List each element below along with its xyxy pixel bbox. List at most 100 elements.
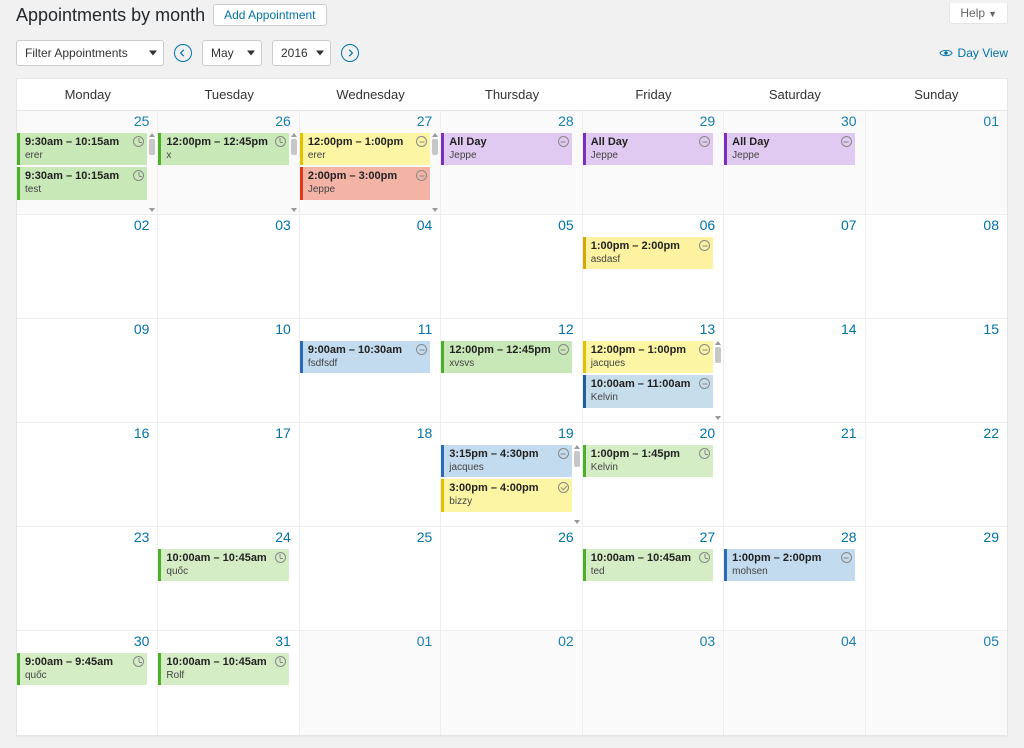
calendar-cell[interactable]: 26 (441, 527, 582, 631)
day-number[interactable]: 23 (134, 529, 150, 545)
appointment-event[interactable]: 1:00pm – 2:00pmmohsen (724, 549, 854, 581)
calendar-cell[interactable]: 08 (866, 215, 1007, 319)
scroll-thumb[interactable] (291, 139, 297, 155)
calendar-cell[interactable]: 281:00pm – 2:00pmmohsen (724, 527, 865, 631)
calendar-cell[interactable]: 07 (724, 215, 865, 319)
day-view-link[interactable]: Day View (939, 46, 1008, 60)
calendar-cell[interactable]: 09 (17, 319, 158, 423)
day-number[interactable]: 19 (558, 425, 574, 441)
calendar-cell[interactable]: 2712:00pm – 1:00pmerer2:00pm – 3:00pmJep… (300, 111, 441, 215)
day-number[interactable]: 26 (275, 113, 291, 129)
day-number[interactable]: 14 (841, 321, 857, 337)
calendar-cell[interactable]: 15 (866, 319, 1007, 423)
appointment-event[interactable]: 9:30am – 10:15amerer (17, 133, 147, 165)
day-number[interactable]: 31 (275, 633, 291, 649)
appointment-event[interactable]: 12:00pm – 12:45pmx (158, 133, 288, 165)
appointment-event[interactable]: All DayJeppe (583, 133, 713, 165)
year-select[interactable]: 2016 (272, 40, 331, 66)
day-number[interactable]: 25 (417, 529, 433, 545)
calendar-cell[interactable]: 02 (17, 215, 158, 319)
appointment-event[interactable]: 10:00am – 10:45amRolf (158, 653, 288, 685)
appointment-event[interactable]: 12:00pm – 1:00pmjacques (583, 341, 713, 373)
calendar-cell[interactable]: 1312:00pm – 1:00pmjacques10:00am – 11:00… (583, 319, 724, 423)
calendar-cell[interactable]: 31 10:00am – 10:45amRolf (158, 631, 299, 735)
calendar-cell[interactable]: 061:00pm – 2:00pmasdasf (583, 215, 724, 319)
calendar-cell[interactable]: 29 All DayJeppe (583, 111, 724, 215)
calendar-cell[interactable]: 29 (866, 527, 1007, 631)
calendar-cell[interactable]: 12 12:00pm – 12:45pmxvsvs (441, 319, 582, 423)
appointment-event[interactable]: 10:00am – 10:45amted (583, 549, 713, 581)
calendar-cell[interactable]: 05 (441, 215, 582, 319)
appointment-event[interactable]: All DayJeppe (724, 133, 854, 165)
day-number[interactable]: 04 (841, 633, 857, 649)
day-number[interactable]: 01 (417, 633, 433, 649)
prev-month-button[interactable] (174, 44, 192, 62)
day-number[interactable]: 16 (134, 425, 150, 441)
day-number[interactable]: 29 (983, 529, 999, 545)
calendar-cell[interactable]: 193:15pm – 4:30pmjacques3:00pm – 4:00pmb… (441, 423, 582, 527)
day-number[interactable]: 21 (841, 425, 857, 441)
scroll-thumb[interactable] (574, 451, 580, 467)
day-number[interactable]: 02 (134, 217, 150, 233)
day-number[interactable]: 05 (983, 633, 999, 649)
cell-scrollbar[interactable] (573, 445, 581, 524)
day-number[interactable]: 11 (418, 321, 433, 337)
appointment-event[interactable]: 1:00pm – 2:00pmasdasf (583, 237, 713, 269)
calendar-cell[interactable]: 25 (300, 527, 441, 631)
day-number[interactable]: 10 (275, 321, 291, 337)
day-number[interactable]: 12 (558, 321, 574, 337)
next-month-button[interactable] (341, 44, 359, 62)
day-number[interactable]: 26 (558, 529, 574, 545)
calendar-cell[interactable]: 23 (17, 527, 158, 631)
calendar-cell[interactable]: 03 (583, 631, 724, 735)
calendar-cell[interactable]: 18 (300, 423, 441, 527)
calendar-cell[interactable]: 03 (158, 215, 299, 319)
day-number[interactable]: 27 (417, 113, 433, 129)
calendar-cell[interactable]: 28 All DayJeppe (441, 111, 582, 215)
appointment-event[interactable]: 9:30am – 10:15amtest (17, 167, 147, 199)
day-number[interactable]: 09 (134, 321, 150, 337)
scroll-thumb[interactable] (715, 347, 721, 363)
add-appointment-button[interactable]: Add Appointment (213, 4, 326, 26)
day-number[interactable]: 29 (700, 113, 716, 129)
day-number[interactable]: 08 (983, 217, 999, 233)
scroll-thumb[interactable] (149, 139, 155, 155)
calendar-cell[interactable]: 11 9:00am – 10:30amfsdfsdf (300, 319, 441, 423)
appointment-event[interactable]: 1:00pm – 1:45pmKelvin (583, 445, 713, 477)
appointment-event[interactable]: 12:00pm – 12:45pmxvsvs (441, 341, 571, 373)
appointment-event[interactable]: 9:00am – 10:30amfsdfsdf (300, 341, 430, 373)
appointment-event[interactable]: All DayJeppe (441, 133, 571, 165)
day-number[interactable]: 02 (558, 633, 574, 649)
day-number[interactable]: 20 (700, 425, 716, 441)
appointment-event[interactable]: 3:00pm – 4:00pmbizzy (441, 479, 571, 511)
day-number[interactable]: 07 (841, 217, 857, 233)
appointment-event[interactable]: 10:00am – 10:45amquốc (158, 549, 288, 581)
day-number[interactable]: 05 (558, 217, 574, 233)
cell-scrollbar[interactable] (290, 133, 298, 212)
filter-appointments-select[interactable]: Filter Appointments (16, 40, 164, 66)
calendar-cell[interactable]: 01 (300, 631, 441, 735)
calendar-cell[interactable]: 2710:00am – 10:45amted (583, 527, 724, 631)
scroll-thumb[interactable] (432, 139, 438, 155)
calendar-cell[interactable]: 309:00am – 9:45amquốc (17, 631, 158, 735)
calendar-cell[interactable]: 22 (866, 423, 1007, 527)
day-number[interactable]: 03 (700, 633, 716, 649)
day-number[interactable]: 30 (841, 113, 857, 129)
calendar-cell[interactable]: 04 (300, 215, 441, 319)
cell-scrollbar[interactable] (714, 341, 722, 420)
calendar-cell[interactable]: 14 (724, 319, 865, 423)
calendar-cell[interactable]: 05 (866, 631, 1007, 735)
appointment-event[interactable]: 9:00am – 9:45amquốc (17, 653, 147, 685)
calendar-cell[interactable]: 10 (158, 319, 299, 423)
cell-scrollbar[interactable] (431, 133, 439, 212)
cell-scrollbar[interactable] (148, 133, 156, 212)
help-tab[interactable]: Help▼ (949, 3, 1008, 24)
calendar-cell[interactable]: 21 (724, 423, 865, 527)
day-number[interactable]: 28 (558, 113, 574, 129)
appointment-event[interactable]: 10:00am – 11:00amKelvin (583, 375, 713, 407)
calendar-cell[interactable]: 26 12:00pm – 12:45pmx (158, 111, 299, 215)
day-number[interactable]: 25 (134, 113, 150, 129)
calendar-cell[interactable]: 17 (158, 423, 299, 527)
day-number[interactable]: 03 (275, 217, 291, 233)
day-number[interactable]: 24 (275, 529, 291, 545)
